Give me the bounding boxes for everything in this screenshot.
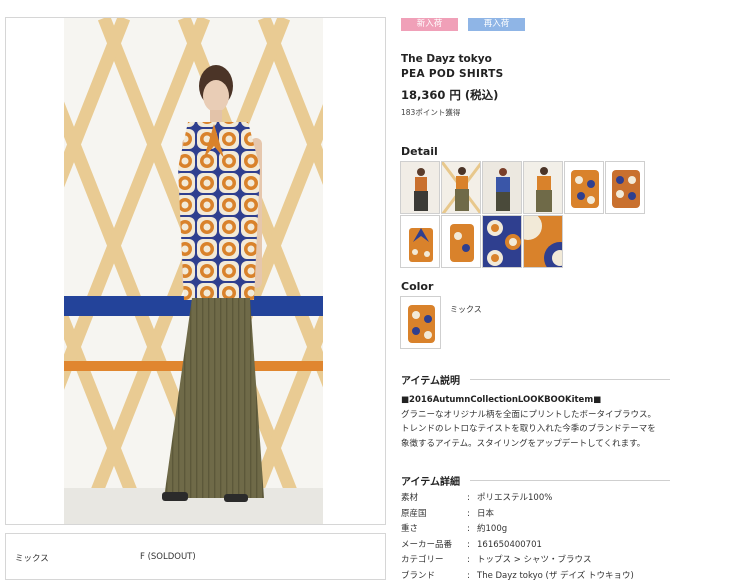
detail-thumbnail[interactable]: [605, 161, 645, 214]
spec-row: メーカー品番 : 161650400701: [401, 538, 634, 554]
description-line: グラニーなオリジナル柄を全面にプリントしたボータイブラウス。: [401, 409, 657, 420]
item-description: ■2016AutumnCollectionLOOKBOOKitem■ グラニーな…: [401, 393, 701, 451]
detail-thumbnail[interactable]: [482, 161, 522, 214]
detail-thumbnail[interactable]: [523, 161, 563, 214]
item-specs-heading-text: アイテム詳細: [401, 477, 460, 488]
item-description-heading: アイテム説明: [401, 372, 670, 387]
new-arrival-badge: 新入荷: [401, 18, 458, 31]
spec-separator: :: [467, 493, 470, 503]
spec-separator: :: [467, 570, 470, 581]
color-name: ミックス: [450, 305, 482, 314]
spec-value[interactable]: The Dayz tokyo (ザ デイズ トウキョウ): [477, 569, 634, 585]
detail-thumbnail[interactable]: [523, 215, 563, 268]
spec-row: 重さ : 約100g: [401, 522, 634, 538]
main-product-photo[interactable]: [64, 18, 323, 524]
detail-thumbnail[interactable]: [400, 215, 440, 268]
spec-row: カテゴリー : トップス > シャツ・ブラウス: [401, 553, 634, 569]
variant-color-label: ミックス: [15, 554, 49, 564]
spec-label: メーカー品番: [401, 539, 453, 550]
description-line: 象徴するアイテム。スタイリングをアップデートしてくれます。: [401, 438, 646, 449]
item-specs-table: 素材 : ポリエステル100% 原産国 : 日本 重さ : 約100g メーカー…: [401, 491, 634, 584]
points-earned: 183ポイント獲得: [401, 108, 461, 117]
main-product-image-frame: [5, 17, 386, 525]
spec-separator: :: [467, 524, 470, 534]
spec-separator: :: [467, 555, 470, 565]
color-heading: Color: [401, 280, 434, 293]
description-lead: ■2016AutumnCollectionLOOKBOOKitem■: [401, 395, 602, 405]
spec-value: 161650400701: [477, 539, 542, 550]
spec-value: 日本: [477, 508, 495, 519]
spec-label: ブランド: [401, 570, 436, 581]
spec-row: 原産国 : 日本: [401, 507, 634, 523]
spec-label: 素材: [401, 493, 419, 503]
description-line: トレンドのレトロなテイストを取り入れた今季のブランドテーマを: [401, 424, 656, 434]
detail-thumbnail[interactable]: [441, 215, 481, 268]
detail-thumbnail[interactable]: [400, 161, 440, 214]
product-title: PEA POD SHIRTS: [401, 68, 504, 80]
variant-stock-box: ミックス F (SOLDOUT): [5, 533, 386, 580]
restock-badge: 再入荷: [468, 18, 525, 31]
heading-divider: [470, 379, 670, 380]
spec-label: 原産国: [401, 508, 427, 519]
spec-row: ブランド : The Dayz tokyo (ザ デイズ トウキョウ): [401, 569, 634, 585]
spec-row: 素材 : ポリエステル100%: [401, 491, 634, 507]
item-specs-heading: アイテム詳細: [401, 473, 670, 488]
spec-label: 重さ: [401, 524, 419, 534]
badge-group: 新入荷 再入荷: [401, 18, 525, 31]
spec-value: ポリエステル100%: [477, 493, 553, 503]
brand-name[interactable]: The Dayz tokyo: [401, 53, 492, 65]
variant-size-stock: F (SOLDOUT): [140, 552, 196, 562]
item-description-heading-text: アイテム説明: [401, 376, 460, 387]
detail-thumbnail-grid: [400, 161, 685, 268]
color-swatch-mix[interactable]: [400, 296, 441, 349]
spec-value: 約100g: [477, 524, 508, 534]
detail-thumbnail[interactable]: [482, 215, 522, 268]
spec-separator: :: [467, 539, 470, 550]
spec-separator: :: [467, 508, 470, 519]
detail-thumbnail[interactable]: [564, 161, 604, 214]
product-price: 18,360 円 (税込): [401, 88, 499, 102]
heading-divider: [470, 480, 670, 481]
spec-value[interactable]: トップス > シャツ・ブラウス: [477, 553, 592, 569]
detail-thumbnail[interactable]: [441, 161, 481, 214]
spec-label: カテゴリー: [401, 555, 444, 565]
detail-heading: Detail: [401, 145, 438, 158]
